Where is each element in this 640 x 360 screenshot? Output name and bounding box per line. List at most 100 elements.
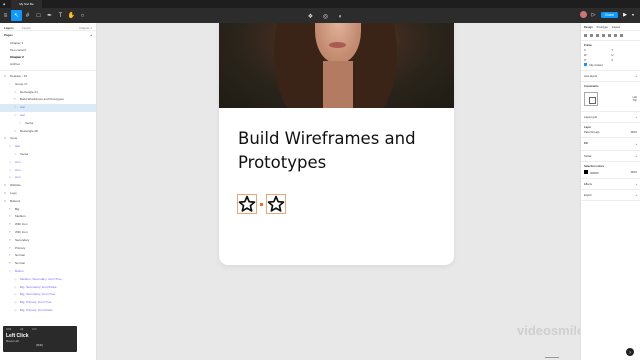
shape-tool-icon[interactable]: □ [33, 10, 44, 21]
move-tool-icon[interactable]: ↖ [11, 10, 22, 21]
help-icon[interactable]: ? [626, 348, 634, 356]
radius-field[interactable]: 0 [612, 59, 638, 62]
zoom-indicator[interactable]: ▾ [632, 12, 634, 17]
comment-tool-icon[interactable]: ○ [77, 10, 88, 21]
distribute-icon[interactable] [620, 34, 623, 37]
clip-checkbox[interactable] [584, 63, 587, 66]
star-icon[interactable] [266, 194, 286, 214]
page-indicator[interactable]: Chapter 2 [79, 26, 92, 30]
layer-row[interactable]: ◇ Button [0, 268, 96, 276]
tab-inspect[interactable]: Inspect [612, 26, 620, 29]
layer-row[interactable]: ◇ Big, Primary, Icon=True [0, 299, 96, 307]
frame-section: Frame X Y W H 0° 0 Clip content [581, 41, 640, 71]
align-right-icon[interactable] [596, 34, 599, 37]
layer-label: Group 17 [15, 81, 28, 86]
contrast-icon[interactable]: ◐ [335, 11, 346, 22]
avatar[interactable] [579, 11, 587, 18]
layer-row[interactable]: T Secondary [0, 237, 96, 245]
h-field[interactable]: H [612, 54, 638, 57]
card-frame[interactable]: Build Wireframes and Prototypes [219, 23, 454, 265]
layer-row[interactable]: ◇ star [0, 112, 96, 120]
present-icon[interactable]: ▷ [592, 12, 596, 18]
file-tab[interactable]: My first file [11, 0, 42, 8]
align-left-icon[interactable] [584, 34, 587, 37]
page-item[interactable]: Chapter 2 [0, 53, 96, 60]
tab-prototype[interactable]: Prototype [597, 26, 608, 29]
color-swatch[interactable] [584, 170, 588, 174]
layer-row[interactable]: T Big [0, 206, 96, 214]
add-stroke-icon[interactable]: + [635, 155, 637, 158]
layer-row[interactable]: # Website [0, 182, 96, 190]
add-page-icon[interactable]: + [90, 33, 92, 37]
align-top-icon[interactable] [602, 34, 605, 37]
layer-row[interactable]: # Buttons [0, 198, 96, 206]
layer-row[interactable]: T Build Wireframes and Prototypes [0, 96, 96, 104]
layer-row[interactable]: ◇ star [0, 104, 96, 112]
page-item[interactable]: Archive [0, 60, 96, 67]
layer-row[interactable]: ◇ icon [0, 159, 96, 167]
align-center-icon[interactable] [590, 34, 593, 37]
layer-row[interactable]: T Normal [0, 252, 96, 260]
share-button[interactable]: Share [600, 11, 619, 18]
layer-row[interactable]: ◇ Medium, Secondary, Icon=True [0, 276, 96, 284]
layer-row[interactable]: ◇ icon [0, 167, 96, 175]
layer-row[interactable]: # Logo [0, 190, 96, 198]
x-field[interactable]: X [584, 49, 610, 52]
tab-layers[interactable]: Layers [4, 26, 14, 30]
page-item[interactable]: Chapter 1 [0, 39, 96, 46]
selection-handle[interactable] [260, 202, 263, 206]
page-item[interactable]: Text content [0, 46, 96, 53]
layer-row[interactable]: ◇ star [0, 143, 96, 151]
add-effect-icon[interactable]: + [635, 183, 637, 186]
layer-row[interactable]: ◇ Big, Secondary, Icon=True [0, 291, 96, 299]
layer-row[interactable]: □ Rectangle 28 [0, 128, 96, 136]
layer-row[interactable]: ▫ Group 17 [0, 81, 96, 89]
frame-tool-icon[interactable]: # [22, 10, 33, 21]
fill-hex[interactable]: 000000 [590, 172, 599, 175]
rotation-field[interactable]: 0° [584, 59, 610, 62]
components-icon[interactable]: ❖ [305, 11, 316, 22]
card-heading[interactable]: Build Wireframes and Prototypes [238, 127, 438, 175]
blend-mode-select[interactable]: Pass through [584, 131, 599, 134]
add-grid-icon[interactable]: + [635, 116, 637, 119]
fill-opacity[interactable]: 100% [630, 171, 637, 174]
layer-row[interactable]: T With Icon [0, 221, 96, 229]
constraint-vertical[interactable]: Top [633, 99, 637, 102]
main-menu-icon[interactable]: ≡ [0, 10, 11, 21]
text-tool-icon[interactable]: T [55, 10, 66, 21]
layer-row[interactable]: # Desktop - 19 [0, 73, 96, 81]
horizontal-scrollbar[interactable] [545, 357, 559, 358]
align-middle-icon[interactable] [608, 34, 611, 37]
tab-design[interactable]: Design [584, 26, 593, 29]
play-icon[interactable]: ▶ [623, 12, 627, 18]
layer-row[interactable]: □ Rectangle 24 [0, 89, 96, 97]
y-field[interactable]: Y [612, 49, 638, 52]
w-field[interactable]: W [584, 54, 610, 57]
layer-title: Layer [584, 126, 591, 129]
text-icon: T [9, 253, 11, 258]
tab-assets[interactable]: Assets [22, 26, 31, 30]
add-auto-layout-icon[interactable]: + [635, 75, 637, 78]
text-icon: T [9, 261, 11, 266]
layer-row[interactable]: ◇ icon [0, 174, 96, 182]
layer-row[interactable]: T Medium [0, 213, 96, 221]
star-rating[interactable] [237, 194, 286, 214]
add-export-icon[interactable]: + [635, 194, 637, 197]
layer-row[interactable]: ✧ Vector [0, 120, 96, 128]
add-fill-icon[interactable]: + [635, 143, 637, 146]
layer-row[interactable]: T Primary [0, 245, 96, 253]
layer-row[interactable]: ✧ Vector [0, 151, 96, 159]
hand-tool-icon[interactable]: ✋ [66, 10, 77, 21]
mask-icon[interactable]: ◎ [320, 11, 331, 22]
layer-row[interactable]: T With Icon [0, 229, 96, 237]
pen-tool-icon[interactable]: ✒ [44, 10, 55, 21]
star-icon[interactable] [237, 194, 257, 214]
constraints-widget[interactable] [584, 92, 598, 106]
opacity-field[interactable]: 100% [630, 131, 637, 134]
align-bottom-icon[interactable] [614, 34, 617, 37]
layer-row[interactable]: # Icons [0, 135, 96, 143]
layer-row[interactable]: ◇ Big, Primary, Icon=False [0, 307, 96, 315]
layer-row[interactable]: ◇ Big, Secondary, Icon=False [0, 284, 96, 292]
canvas[interactable]: Build Wireframes and Prototypes videosmi… [97, 23, 580, 360]
layer-row[interactable]: T Normal [0, 260, 96, 268]
